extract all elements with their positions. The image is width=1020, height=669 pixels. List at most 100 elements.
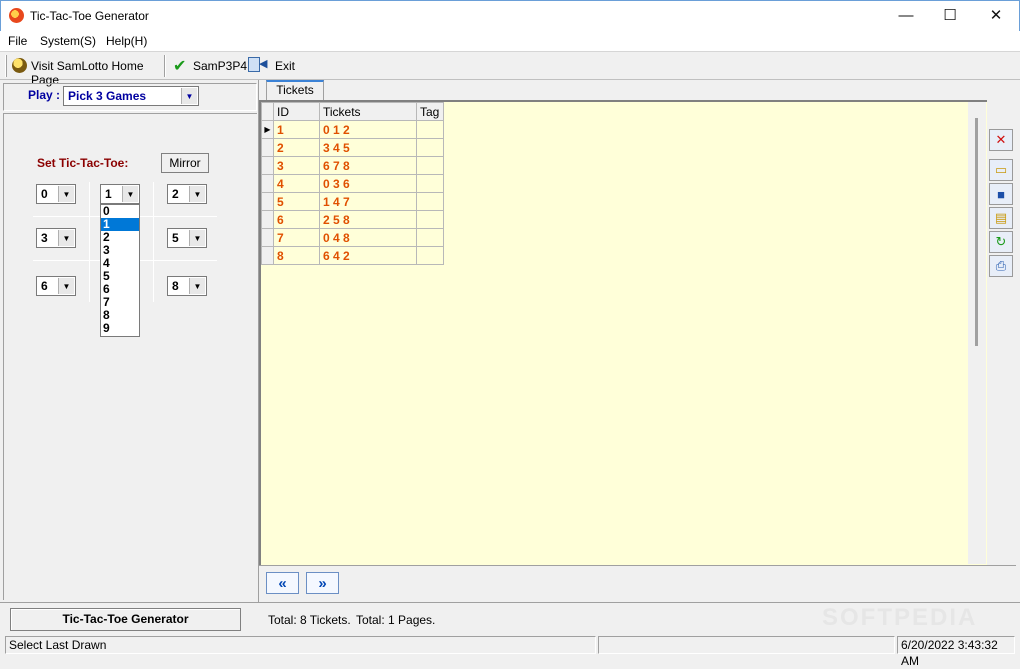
cell-tickets[interactable]: 6 7 8 <box>319 156 417 175</box>
total-pages-text: Total: 1 Pages. <box>356 613 436 627</box>
chevron-down-icon[interactable]: ▼ <box>58 230 74 246</box>
cell-value: 3 <box>41 231 48 245</box>
cell-tickets[interactable]: 0 4 8 <box>319 228 417 247</box>
current-row-indicator-icon[interactable]: ▶ <box>261 120 274 139</box>
export-icon[interactable]: ▤ <box>989 207 1013 229</box>
chevron-down-icon[interactable]: ▼ <box>189 278 205 294</box>
menu-help[interactable]: Help(H) <box>106 34 147 48</box>
open-folder-icon[interactable]: ▭ <box>989 159 1013 181</box>
table-row[interactable]: 23 4 5 <box>261 138 444 157</box>
row-indicator-header <box>261 102 274 121</box>
window-title: Tic-Tac-Toe Generator <box>30 9 149 23</box>
exit-button[interactable]: ◀ Exit <box>247 56 297 76</box>
exit-arrow-icon: ◀ <box>259 58 268 70</box>
row-indicator[interactable] <box>261 246 274 265</box>
table-row[interactable]: ▶ 1 0 1 2 <box>261 120 444 139</box>
column-header-id[interactable]: ID <box>273 102 320 121</box>
minimize-button[interactable]: — <box>883 0 929 30</box>
row-indicator[interactable] <box>261 192 274 211</box>
cell-tickets[interactable]: 0 3 6 <box>319 174 417 193</box>
menu-file[interactable]: File <box>8 34 27 48</box>
delete-icon[interactable]: ✕ <box>989 129 1013 151</box>
table-row[interactable]: 51 4 7 <box>261 192 444 211</box>
chevron-down-icon[interactable]: ▼ <box>189 230 205 246</box>
cell-select-8[interactable]: 8 ▼ <box>167 276 207 296</box>
chevron-down-icon[interactable]: ▼ <box>58 186 74 202</box>
cell-select-5[interactable]: 5 ▼ <box>167 228 207 248</box>
cell-select-2[interactable]: 2 ▼ <box>167 184 207 204</box>
row-indicator[interactable] <box>261 138 274 157</box>
previous-page-button[interactable]: « <box>266 572 299 594</box>
table-row[interactable]: 36 7 8 <box>261 156 444 175</box>
cell-id[interactable]: 8 <box>273 246 320 265</box>
chevron-down-icon[interactable]: ▼ <box>58 278 74 294</box>
tictactoe-generator-button[interactable]: Tic-Tac-Toe Generator <box>10 608 241 631</box>
cell-tag[interactable] <box>416 156 444 175</box>
cell-id[interactable]: 6 <box>273 210 320 229</box>
cell-dropdown-list[interactable]: 0 1 2 3 4 5 6 7 8 9 <box>100 204 140 337</box>
row-indicator[interactable] <box>261 210 274 229</box>
cell-select-3[interactable]: 3 ▼ <box>36 228 76 248</box>
samp3p4-label: SamP3P4 <box>193 59 248 73</box>
table-row[interactable]: 70 4 8 <box>261 228 444 247</box>
maximize-button[interactable]: ☐ <box>927 0 973 30</box>
play-label: Play : <box>28 88 61 102</box>
cell-select-1[interactable]: 1 ▼ <box>100 184 140 204</box>
play-select[interactable]: Pick 3 Games ▼ <box>63 86 199 106</box>
cell-tickets[interactable]: 1 4 7 <box>319 192 417 211</box>
cell-id[interactable]: 2 <box>273 138 320 157</box>
cell-tickets[interactable]: 6 4 2 <box>319 246 417 265</box>
cell-value: 6 <box>41 279 48 293</box>
cell-id[interactable]: 3 <box>273 156 320 175</box>
cell-tag[interactable] <box>416 192 444 211</box>
table-row[interactable]: 40 3 6 <box>261 174 444 193</box>
cell-id[interactable]: 4 <box>273 174 320 193</box>
tab-tickets[interactable]: Tickets <box>266 80 324 100</box>
toolbar-separator <box>164 55 166 77</box>
scrollbar-thumb[interactable] <box>975 118 978 346</box>
close-button[interactable]: ✕ <box>973 0 1019 30</box>
cell-tag[interactable] <box>416 138 444 157</box>
table-row[interactable]: 62 5 8 <box>261 210 444 229</box>
table-header-row: ID Tickets Tag <box>261 102 444 121</box>
chevron-down-icon[interactable]: ▼ <box>189 186 205 202</box>
cell-tag[interactable] <box>416 210 444 229</box>
cell-tag[interactable] <box>416 228 444 247</box>
cell-tickets[interactable]: 2 5 8 <box>319 210 417 229</box>
table-row[interactable]: 86 4 2 <box>261 246 444 265</box>
chevron-down-icon[interactable]: ▼ <box>122 186 138 202</box>
menu-system[interactable]: System(S) <box>40 34 96 48</box>
chevron-down-icon[interactable]: ▼ <box>181 88 197 104</box>
row-indicator[interactable] <box>261 156 274 175</box>
row-indicator[interactable] <box>261 228 274 247</box>
cell-select-0[interactable]: 0 ▼ <box>36 184 76 204</box>
cell-tag[interactable] <box>416 174 444 193</box>
status-datetime: 6/20/2022 3:43:32 AM <box>897 636 1015 668</box>
cell-select-6[interactable]: 6 ▼ <box>36 276 76 296</box>
mirror-button[interactable]: Mirror <box>161 153 209 173</box>
board-line <box>153 182 154 302</box>
dropdown-option[interactable]: 9 <box>101 322 139 335</box>
row-indicator[interactable] <box>261 174 274 193</box>
refresh-icon[interactable]: ↻ <box>989 231 1013 253</box>
board-line <box>89 182 90 302</box>
tickets-table: ID Tickets Tag ▶ 1 0 1 223 4 536 7 840 3 6… <box>261 102 444 265</box>
cell-tag[interactable] <box>416 246 444 265</box>
column-header-tag[interactable]: Tag <box>416 102 444 121</box>
cell-value: 8 <box>172 279 179 293</box>
cell-tag[interactable] <box>416 120 444 139</box>
globe-icon <box>12 58 27 73</box>
column-header-tickets[interactable]: Tickets <box>319 102 417 121</box>
save-icon[interactable]: ■ <box>989 183 1013 205</box>
cell-id[interactable]: 7 <box>273 228 320 247</box>
cell-id[interactable]: 5 <box>273 192 320 211</box>
cell-tickets[interactable]: 0 1 2 <box>319 120 417 139</box>
cell-tickets[interactable]: 3 4 5 <box>319 138 417 157</box>
print-icon[interactable]: ⎙ <box>989 255 1013 277</box>
visit-home-button[interactable]: Visit SamLotto Home Page <box>10 56 160 87</box>
cell-value: 1 <box>105 187 112 201</box>
cell-id[interactable]: 1 <box>273 120 320 139</box>
next-page-button[interactable]: » <box>306 572 339 594</box>
set-tictactoe-label: Set Tic-Tac-Toe: <box>37 156 129 170</box>
samp3p4-button[interactable]: ✔ SamP3P4 <box>170 56 248 76</box>
